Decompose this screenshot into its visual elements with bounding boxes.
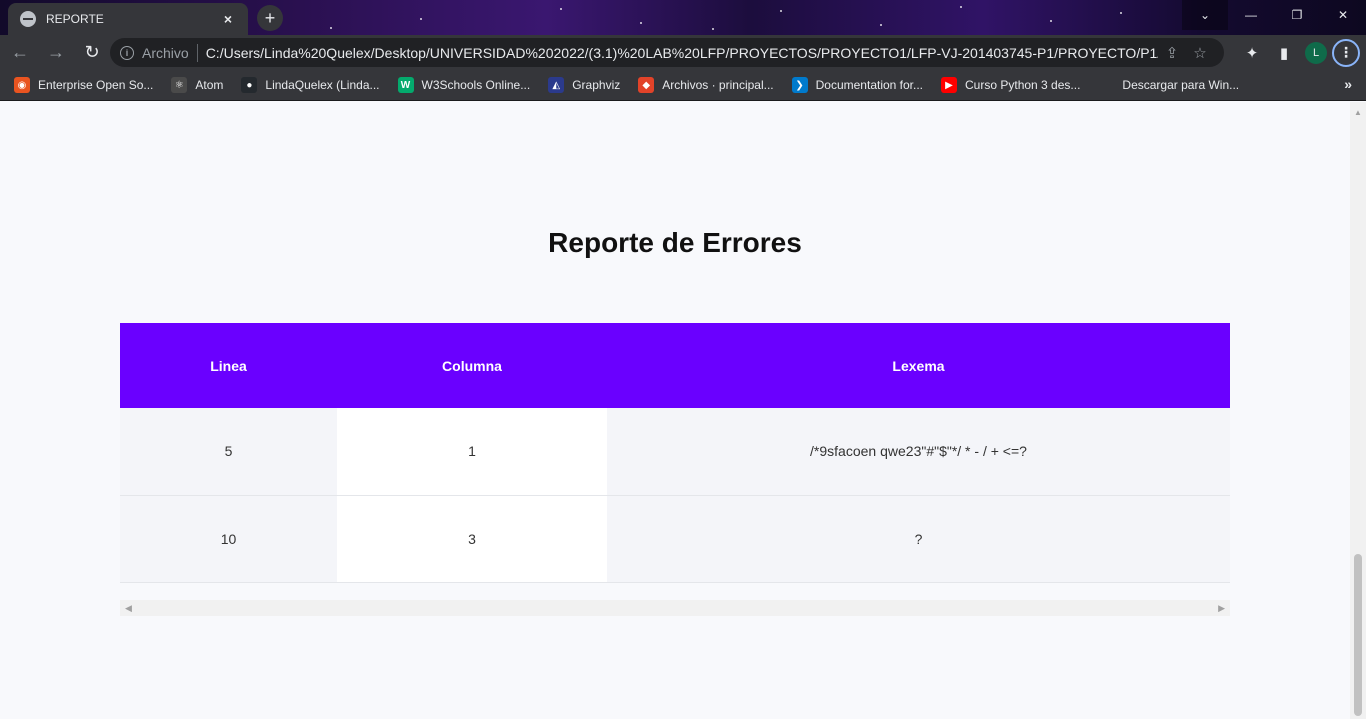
cell-linea: 5 <box>120 408 337 496</box>
scroll-up-icon[interactable]: ▲ <box>1354 108 1362 117</box>
vscode-icon: ❯ <box>791 77 808 93</box>
bookmark-label: Enterprise Open So... <box>38 78 154 92</box>
new-tab-button[interactable]: + <box>257 5 283 31</box>
bookmark-label: Graphviz <box>572 78 621 92</box>
bookmark-item[interactable]: W W3Schools Online... <box>397 77 531 93</box>
scrollbar-thumb[interactable] <box>1354 554 1362 716</box>
minimize-button[interactable]: — <box>1228 0 1274 30</box>
divider <box>196 43 198 62</box>
cell-linea: 10 <box>120 495 337 583</box>
header-columna: Columna <box>337 323 607 408</box>
bookmark-item[interactable]: ◉ Enterprise Open So... <box>14 77 153 93</box>
scroll-right-icon[interactable]: ▶ <box>1218 603 1225 614</box>
bookmark-item[interactable]: ◭ Graphviz <box>548 77 620 93</box>
bookmark-star-icon[interactable]: ☆ <box>1186 44 1214 62</box>
bookmark-item[interactable]: ⚛ Atom <box>171 77 223 93</box>
scheme-label: Archivo <box>142 44 189 61</box>
info-icon[interactable]: i <box>120 45 134 60</box>
scroll-left-icon[interactable]: ◀ <box>125 603 132 614</box>
w3schools-icon: W <box>397 77 414 93</box>
browser-tab[interactable]: REPORTE × <box>8 3 248 35</box>
address-bar[interactable]: i Archivo C:/Users/Linda%20Quelex/Deskto… <box>110 38 1224 67</box>
bookmarks-bar: ◉ Enterprise Open So... ⚛ Atom ● LindaQuelex … <box>0 70 1366 101</box>
table-row: 10 3 ? <box>120 495 1230 583</box>
horizontal-scrollbar[interactable]: ◀ ▶ <box>120 600 1230 616</box>
blank-icon <box>1098 77 1114 93</box>
bookmark-label: Archivos · principal... <box>662 78 774 92</box>
github-icon: ● <box>241 77 258 93</box>
gitlab-icon: ◆ <box>638 77 655 93</box>
bookmark-item[interactable]: ● LindaQuelex (Linda... <box>241 77 380 93</box>
extensions-icon[interactable]: ✦ <box>1236 38 1268 67</box>
bookmark-label: Atom <box>195 78 224 92</box>
restore-button[interactable]: ❐ <box>1274 0 1320 30</box>
bookmark-label: Descargar para Win... <box>1122 78 1240 92</box>
bookmark-label: LindaQuelex (Linda... <box>265 78 380 92</box>
side-panel-icon[interactable]: ▮ <box>1268 38 1300 67</box>
browser-menu-icon[interactable]: ⋮ <box>1332 38 1360 67</box>
bookmark-item[interactable]: ▶ Curso Python 3 des... <box>941 77 1080 93</box>
url-text[interactable]: C:/Users/Linda%20Quelex/Desktop/UNIVERSI… <box>206 45 1158 61</box>
reload-button[interactable]: ↻ <box>76 37 108 69</box>
bookmark-item[interactable]: ❯ Documentation for... <box>791 77 924 93</box>
bookmark-label: W3Schools Online... <box>421 78 531 92</box>
bookmark-item[interactable]: Descargar para Win... <box>1098 77 1239 93</box>
more-bookmarks-icon[interactable]: » <box>1344 76 1352 92</box>
toolbar-right: ✦ ▮ L ⋮ <box>1236 38 1360 67</box>
youtube-icon: ▶ <box>941 77 958 93</box>
share-icon[interactable]: ⇪ <box>1158 44 1186 62</box>
browser-toolbar: ← → ↻ i Archivo C:/Users/Linda%20Quelex/… <box>0 35 1366 70</box>
header-lexema: Lexema <box>607 323 1230 408</box>
table-header-row: Linea Columna Lexema <box>120 323 1230 408</box>
header-linea: Linea <box>120 323 337 408</box>
cell-columna: 3 <box>337 495 607 583</box>
page-viewport: Reporte de Errores Linea Columna Lexema … <box>0 102 1350 719</box>
bookmark-label: Documentation for... <box>815 78 924 92</box>
profile-avatar[interactable]: L <box>1305 41 1327 64</box>
table-row: 5 1 /*9sfacoen qwe23"#"$"*/ * - / + <=? <box>120 408 1230 496</box>
close-tab-icon[interactable]: × <box>220 11 236 27</box>
close-window-button[interactable]: ✕ <box>1320 0 1366 30</box>
atom-icon: ⚛ <box>171 77 188 93</box>
tab-search-chevron-icon[interactable]: ⌄ <box>1182 0 1228 30</box>
errors-table-container: Linea Columna Lexema 5 1 /*9sfacoen qwe2… <box>120 323 1230 583</box>
bookmark-item[interactable]: ◆ Archivos · principal... <box>638 77 774 93</box>
title-bar: REPORTE × + ⌄ — ❐ ✕ <box>0 0 1366 35</box>
ubuntu-icon: ◉ <box>14 77 30 93</box>
vertical-scrollbar[interactable]: ▲ <box>1350 102 1366 719</box>
graphviz-icon: ◭ <box>548 77 565 93</box>
globe-icon <box>20 11 36 27</box>
tab-title: REPORTE <box>46 12 104 26</box>
page-title: Reporte de Errores <box>548 227 802 258</box>
back-button[interactable]: ← <box>4 37 36 69</box>
cell-lexema: ? <box>607 495 1230 583</box>
errors-table: Linea Columna Lexema 5 1 /*9sfacoen qwe2… <box>120 323 1230 583</box>
forward-button[interactable]: → <box>40 37 72 69</box>
cell-lexema: /*9sfacoen qwe23"#"$"*/ * - / + <=? <box>607 408 1230 496</box>
cell-columna: 1 <box>337 408 607 496</box>
bookmark-label: Curso Python 3 des... <box>965 78 1081 92</box>
window-controls: ⌄ — ❐ ✕ <box>1182 0 1366 30</box>
